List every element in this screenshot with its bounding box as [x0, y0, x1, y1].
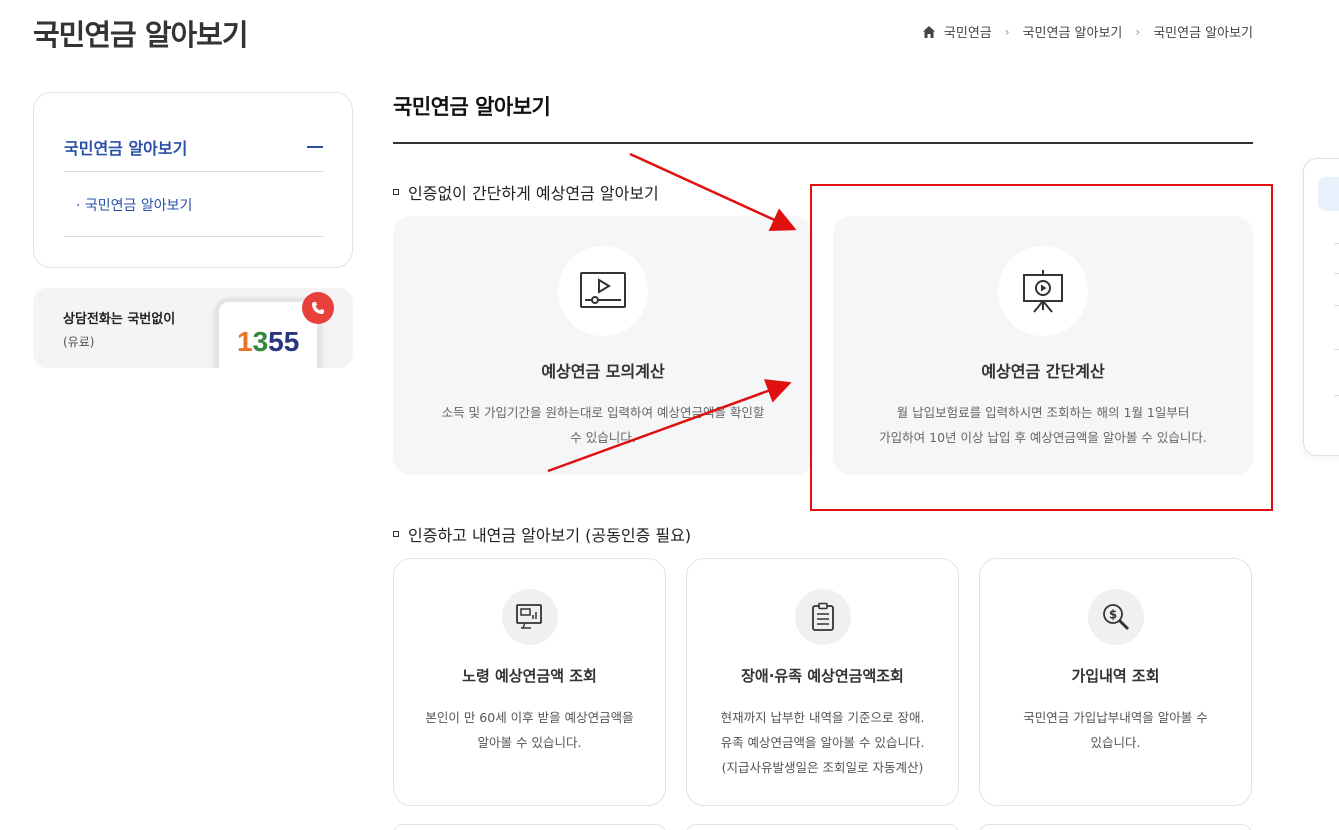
- disability-survivor-pension-card[interactable]: 장애·유족 예상연금액조회 현재까지 납부한 내역을 기준으로 장애. 유족 예…: [686, 558, 959, 806]
- phone-call-icon: [302, 292, 334, 324]
- divider: [1334, 395, 1339, 396]
- section-title: 인증하고 내연금 알아보기 (공동인증 필요): [393, 522, 691, 546]
- section-title: 인증없이 간단하게 예상연금 알아보기: [393, 180, 659, 204]
- breadcrumb-item[interactable]: 국민연금: [944, 22, 992, 41]
- bullet-icon: [393, 531, 399, 537]
- divider: [1334, 305, 1339, 306]
- search-dollar-icon: $: [1087, 589, 1144, 645]
- divider: [64, 171, 323, 172]
- quick-menu-header[interactable]: [1318, 177, 1339, 211]
- content-title: 국민연금 알아보기: [393, 95, 551, 119]
- breadcrumb: 국민연금 › 국민연금 알아보기 › 국민연금 알아보기: [922, 22, 1253, 41]
- monitor-chart-icon: [501, 589, 558, 645]
- page-title: 국민연금 알아보기: [33, 18, 249, 52]
- sidebar-menu-title: 국민연금 알아보기: [64, 139, 188, 158]
- card-description: 월 납입보험료를 입력하시면 조회하는 해의 1월 1일부터 가입하여 10년 …: [879, 405, 1207, 445]
- card[interactable]: [686, 824, 959, 830]
- call-title: 상담전화는 국번없이: [63, 312, 176, 327]
- card-title: 예상연금 간단계산: [981, 362, 1105, 381]
- minus-icon[interactable]: [307, 146, 323, 148]
- card-title: 노령 예상연금액 조회: [462, 667, 597, 685]
- presentation-play-icon: [998, 246, 1088, 336]
- quick-menu-panel[interactable]: [1303, 158, 1339, 456]
- old-age-pension-card[interactable]: 노령 예상연금액 조회 본인이 만 60세 이후 받을 예상연금액을 알아볼 수…: [393, 558, 666, 806]
- card-title: 예상연금 모의계산: [541, 362, 665, 381]
- divider: [1334, 243, 1339, 244]
- divider: [393, 142, 1253, 144]
- home-icon[interactable]: [922, 25, 936, 39]
- clipboard-icon: [794, 589, 851, 645]
- chevron-right-icon: ›: [1004, 24, 1010, 39]
- video-play-icon: [558, 246, 648, 336]
- divider: [64, 236, 323, 237]
- card-title: 가입내역 조회: [1071, 667, 1160, 685]
- card-description: 현재까지 납부한 내역을 기준으로 장애. 유족 예상연금액을 알아볼 수 있습…: [720, 710, 925, 775]
- card-description: 본인이 만 60세 이후 받을 예상연금액을 알아볼 수 있습니다.: [425, 710, 634, 750]
- sidebar-menu: 국민연금 알아보기 · 국민연금 알아보기: [33, 92, 353, 268]
- divider: [1334, 273, 1339, 274]
- card[interactable]: [979, 824, 1252, 830]
- card-description: 소득 및 가입기간을 원하는대로 입력하여 예상연금액을 확인할 수 있습니다.: [441, 405, 765, 445]
- sidebar-item-pension-info[interactable]: · 국민연금 알아보기: [76, 195, 192, 215]
- simulated-calc-card[interactable]: 예상연금 모의계산 소득 및 가입기간을 원하는대로 입력하여 예상연금액을 확…: [393, 216, 813, 475]
- breadcrumb-item[interactable]: 국민연금 알아보기: [1023, 22, 1123, 41]
- subscription-history-card[interactable]: $ 가입내역 조회 국민연금 가입납부내역을 알아볼 수 있습니다.: [979, 558, 1252, 806]
- svg-text:$: $: [1108, 608, 1116, 622]
- sidebar-menu-header[interactable]: 국민연금 알아보기: [64, 135, 323, 159]
- card-description: 국민연금 가입납부내역을 알아볼 수 있습니다.: [1023, 710, 1208, 750]
- simple-calc-card[interactable]: 예상연금 간단계산 월 납입보험료를 입력하시면 조회하는 해의 1월 1일부터…: [833, 216, 1253, 475]
- phone-number: 1355: [237, 326, 300, 357]
- card[interactable]: [393, 824, 666, 830]
- chevron-right-icon: ›: [1135, 24, 1141, 39]
- card-title: 장애·유족 예상연금액조회: [741, 667, 904, 685]
- breadcrumb-item[interactable]: 국민연금 알아보기: [1153, 22, 1253, 41]
- call-subtitle: (유료): [63, 335, 95, 349]
- bullet-icon: [393, 189, 399, 195]
- divider: [1334, 349, 1339, 350]
